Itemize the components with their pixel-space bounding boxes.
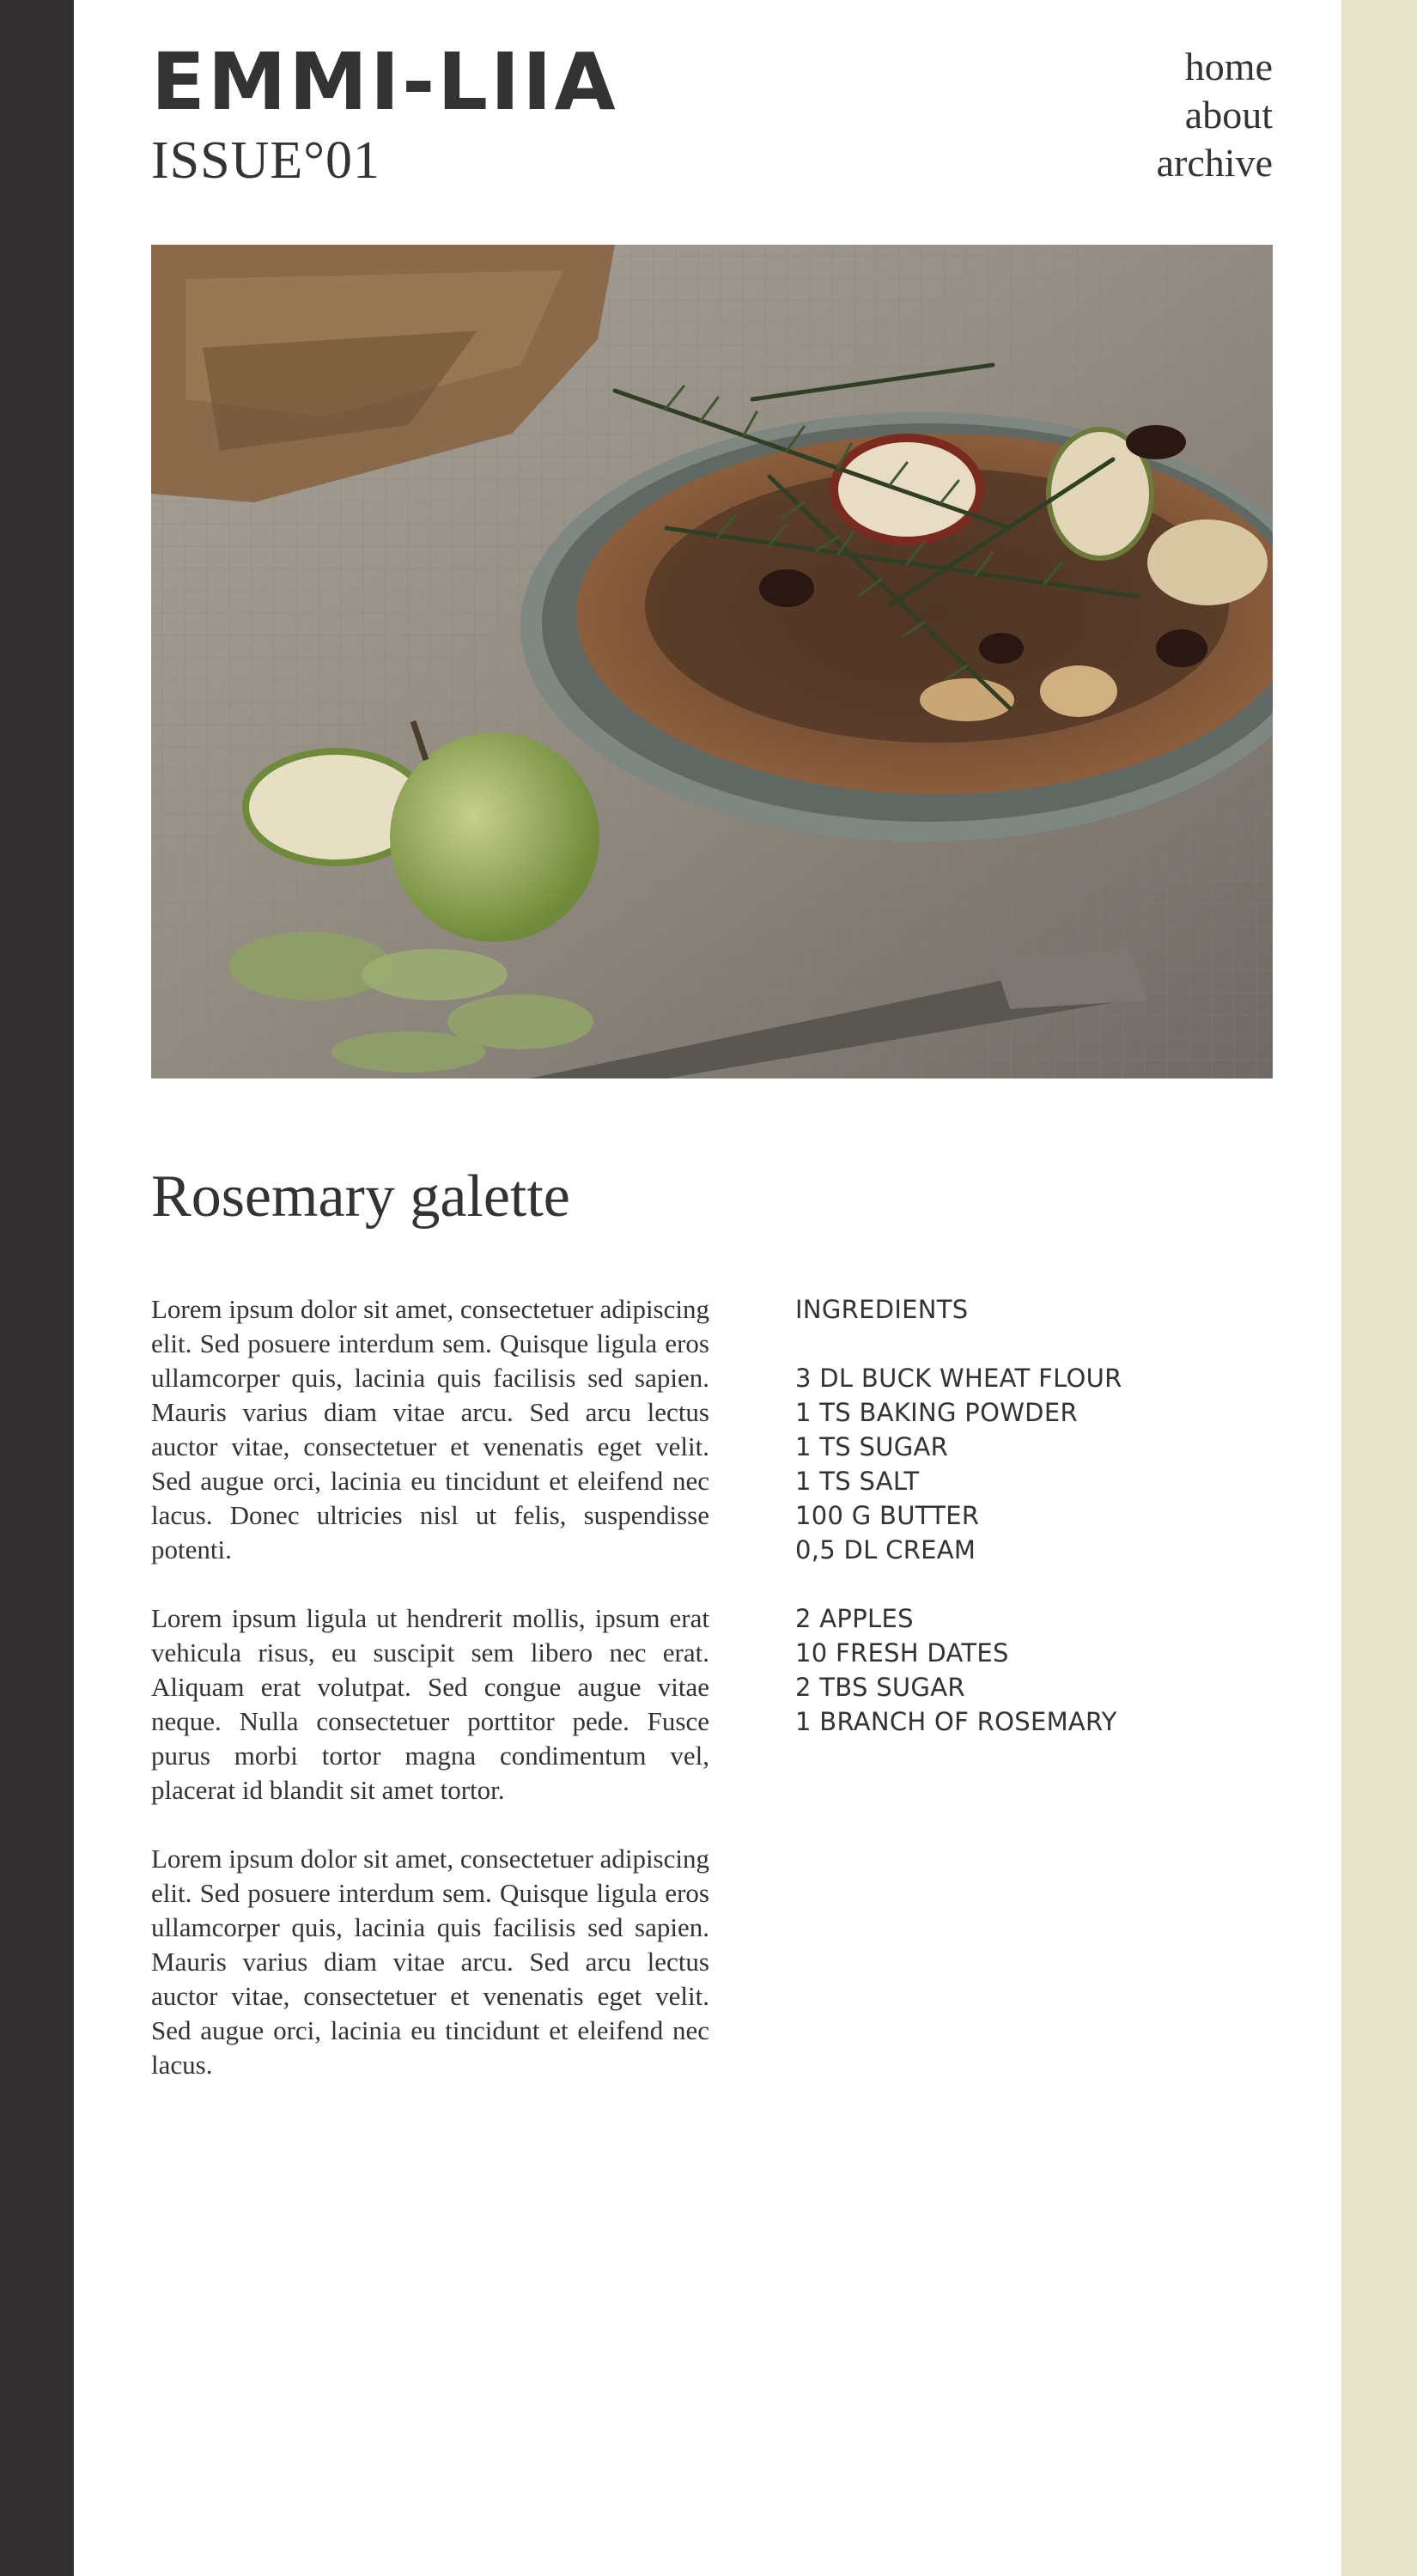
ingredient-item: 100 G BUTTER xyxy=(795,1501,980,1530)
ingredient-item: 2 APPLES xyxy=(795,1604,914,1633)
main-nav: home about archive xyxy=(1019,43,1273,187)
ingredient-item: 1 TS BAKING POWDER xyxy=(795,1398,1078,1427)
ingredient-item: 1 TS SALT xyxy=(795,1467,920,1496)
article-body: Lorem ipsum dolor sit amet, consectetuer… xyxy=(151,1292,709,2117)
ingredients-list: INGREDIENTS 3 DL BUCK WHEAT FLOUR 1 TS B… xyxy=(795,1292,1276,1773)
left-side-bar xyxy=(0,0,74,2576)
ingredient-item: 0,5 DL CREAM xyxy=(795,1535,976,1564)
ingredient-item: 2 TBS SUGAR xyxy=(795,1673,965,1702)
ingredient-item: 3 DL BUCK WHEAT FLOUR xyxy=(795,1364,1122,1393)
ingredient-item: 1 TS SUGAR xyxy=(795,1432,949,1461)
ingredients-heading: INGREDIENTS xyxy=(795,1295,969,1324)
article-title: Rosemary galette xyxy=(151,1163,570,1230)
issue-label: ISSUE°01 xyxy=(151,131,381,190)
right-side-bar xyxy=(1341,0,1417,2576)
nav-link-home[interactable]: home xyxy=(1019,43,1273,91)
brand-block: EMMI-LIIA ISSUE°01 xyxy=(151,43,618,190)
ingredient-item: 10 FRESH DATES xyxy=(795,1638,1009,1668)
ingredients-group-filling: 2 APPLES 10 FRESH DATES 2 TBS SUGAR 1 BR… xyxy=(795,1601,1276,1739)
nav-link-about[interactable]: about xyxy=(1019,91,1273,139)
article-paragraph: Lorem ipsum dolor sit amet, consectetuer… xyxy=(151,1294,709,1564)
ingredient-item: 1 BRANCH OF ROSEMARY xyxy=(795,1707,1117,1736)
article-paragraph: Lorem ipsum dolor sit amet, consectetuer… xyxy=(151,1844,709,2080)
hero-image-galette xyxy=(151,245,1273,1078)
article-paragraph: Lorem ipsum ligula ut hendrerit mollis, … xyxy=(151,1603,709,1805)
ingredients-group-dough: 3 DL BUCK WHEAT FLOUR 1 TS BAKING POWDER… xyxy=(795,1361,1276,1567)
page-content: EMMI-LIIA ISSUE°01 home about archive Ro… xyxy=(74,0,1341,2576)
site-logo[interactable]: EMMI-LIIA xyxy=(151,43,618,122)
nav-link-archive[interactable]: archive xyxy=(1019,139,1273,187)
